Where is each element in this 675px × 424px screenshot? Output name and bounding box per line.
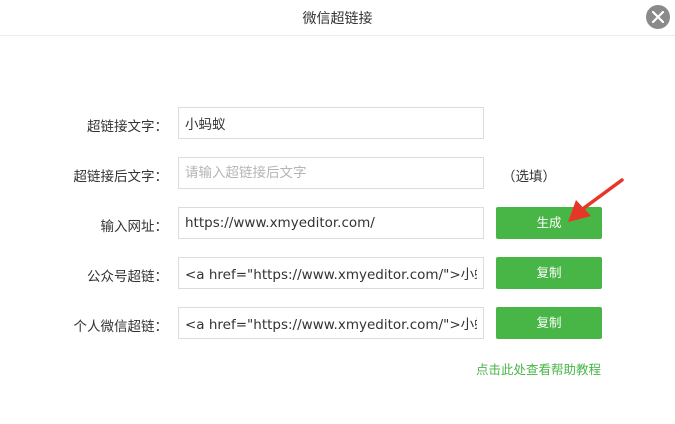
dialog-header: 微信超链接: [0, 0, 675, 36]
official-account-link-label: 公众号超链：: [87, 269, 168, 285]
after-link-text-label: 超链接后文字：: [73, 169, 169, 185]
link-text-input[interactable]: [178, 107, 484, 139]
dialog-title: 微信超链接: [302, 11, 373, 27]
copy-personal-link-button[interactable]: 复制: [496, 307, 602, 339]
link-text-label: 超链接文字：: [87, 119, 168, 135]
copy-official-link-button[interactable]: 复制: [496, 257, 602, 289]
url-label: 输入网址：: [100, 219, 169, 235]
personal-wechat-link-label: 个人微信超链：: [73, 319, 169, 335]
after-link-text-input[interactable]: [178, 157, 484, 189]
personal-wechat-link-output[interactable]: [178, 307, 484, 339]
url-input[interactable]: [178, 207, 484, 239]
close-button[interactable]: [646, 5, 670, 29]
wechat-hyperlink-dialog: 微信超链接 超链接文字： 超链接后文字： （选填） 输入网址： 生成 公众号超链…: [0, 0, 675, 424]
help-tutorial-link[interactable]: 点击此处查看帮助教程: [476, 359, 601, 378]
official-account-link-output[interactable]: [178, 257, 484, 289]
optional-hint: （选填）: [502, 169, 556, 185]
close-x-icon: [652, 11, 664, 23]
generate-button[interactable]: 生成: [496, 207, 602, 239]
